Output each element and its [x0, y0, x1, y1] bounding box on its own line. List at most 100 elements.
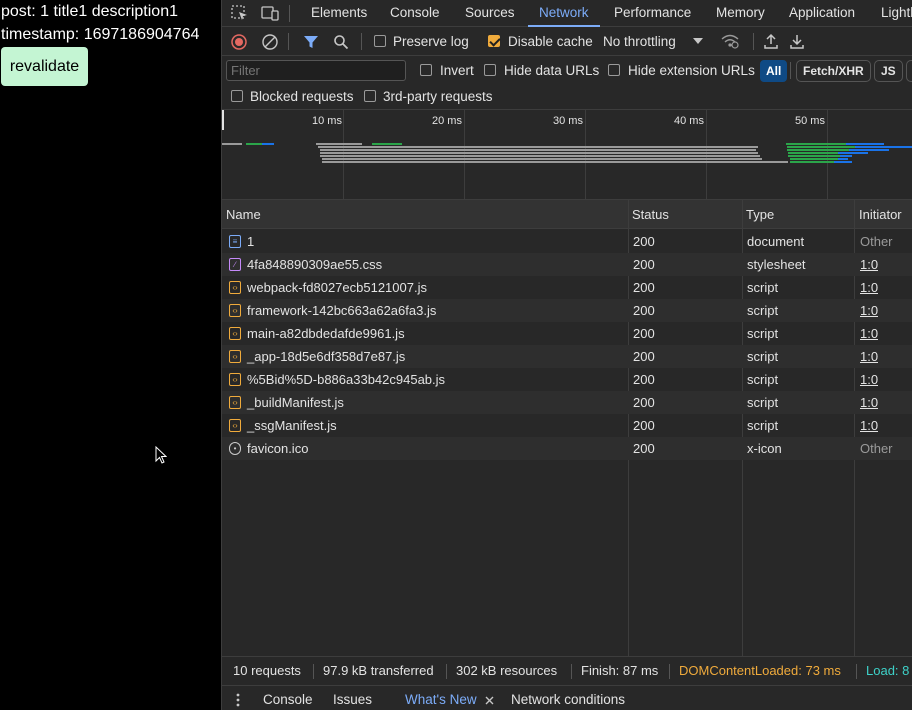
filter-icon[interactable]: [303, 34, 319, 50]
disable-cache-checkbox[interactable]: [488, 35, 500, 47]
waterfall-bar: [262, 143, 274, 145]
device-toolbar-icon[interactable]: [260, 4, 280, 22]
table-row[interactable]: • favicon.ico 200 x-icon Other: [222, 437, 912, 460]
request-initiator-link[interactable]: 1:0: [856, 253, 878, 276]
mouse-cursor-icon: [155, 446, 167, 464]
request-initiator-link[interactable]: 1:0: [856, 276, 878, 299]
request-type: script: [747, 280, 779, 295]
request-status: 200: [633, 372, 655, 387]
tab-elements[interactable]: Elements: [300, 0, 378, 27]
dom-content-loaded-time: DOMContentLoaded: 73 ms: [679, 663, 841, 678]
drawer-menu-icon[interactable]: [236, 693, 240, 707]
throttling-select[interactable]: No throttling: [603, 34, 676, 50]
inspect-element-icon[interactable]: [230, 4, 250, 22]
tab-application[interactable]: Application: [778, 0, 866, 27]
waterfall-bar: [322, 158, 762, 160]
revalidate-button[interactable]: revalidate: [1, 47, 88, 86]
record-icon[interactable]: [231, 34, 247, 50]
toolbar-divider: [288, 33, 289, 50]
type-filter-fetch-xhr[interactable]: Fetch/XHR: [796, 60, 871, 82]
type-filter-all[interactable]: All: [760, 60, 788, 82]
table-row[interactable]: ‹› %5Bid%5D-b886a33b42c945ab.js 200 scri…: [222, 368, 912, 391]
table-row[interactable]: ≡ 1 200 document Other: [222, 230, 912, 253]
waterfall-bar: [790, 161, 834, 163]
close-icon[interactable]: [485, 696, 494, 705]
request-initiator-link[interactable]: 1:0: [856, 299, 878, 322]
waterfall-bar: [788, 152, 838, 154]
invert-checkbox[interactable]: [420, 64, 432, 76]
table-row[interactable]: ‹› framework-142bc663a62a6fa3.js 200 scr…: [222, 299, 912, 322]
table-row[interactable]: ‹› main-a82dbdedafde9961.js 200 script 1…: [222, 322, 912, 345]
request-type: script: [747, 372, 779, 387]
waterfall-bar: [372, 143, 402, 145]
hide-data-urls-checkbox[interactable]: [484, 64, 496, 76]
request-type: script: [747, 303, 779, 318]
request-initiator-link[interactable]: 1:0: [856, 345, 878, 368]
chevron-down-icon[interactable]: [693, 37, 703, 45]
script-icon: ‹›: [229, 350, 241, 363]
table-row[interactable]: ‹› _buildManifest.js 200 script 1:0: [222, 391, 912, 414]
table-row[interactable]: ‹› webpack-fd8027ecb5121007.js 200 scrip…: [222, 276, 912, 299]
network-overview-timeline[interactable]: 10 ms 20 ms 30 ms 40 ms 50 ms: [222, 110, 912, 200]
request-initiator: Other: [860, 441, 893, 456]
waterfall-bar: [322, 161, 788, 163]
request-name: webpack-fd8027ecb5121007.js: [247, 280, 427, 295]
hide-extension-urls-checkbox[interactable]: [608, 64, 620, 76]
column-header-initiator[interactable]: Initiator: [855, 200, 902, 229]
table-row[interactable]: ‹› _app-18d5e6df358d7e87.js 200 script 1…: [222, 345, 912, 368]
type-filter-js[interactable]: JS: [874, 60, 903, 82]
column-header-type[interactable]: Type: [742, 200, 774, 229]
request-initiator-link[interactable]: 1:0: [856, 414, 878, 437]
request-status: 200: [633, 326, 655, 341]
clear-icon[interactable]: [262, 34, 278, 50]
request-name: _ssgManifest.js: [247, 418, 337, 433]
search-icon[interactable]: [333, 34, 349, 50]
waterfall-bar: [834, 161, 852, 163]
waterfall-bar: [787, 146, 855, 148]
tab-sources[interactable]: Sources: [454, 0, 526, 27]
timeline-handle[interactable]: [222, 110, 224, 130]
download-icon[interactable]: [789, 33, 805, 50]
request-status: 200: [633, 395, 655, 410]
tab-lighthouse[interactable]: Lighth: [870, 0, 912, 27]
network-conditions-icon[interactable]: [720, 33, 740, 50]
waterfall-bar: [787, 149, 849, 151]
table-row[interactable]: ∕ 4fa848890309ae55.css 200 stylesheet 1:…: [222, 253, 912, 276]
devtools-tab-bar: Elements Console Sources Network Perform…: [222, 0, 912, 27]
request-status: 200: [633, 441, 655, 456]
preserve-log-checkbox[interactable]: [374, 35, 386, 47]
timeline-tick-label: 40 ms: [674, 115, 704, 127]
filter-input[interactable]: [226, 60, 406, 81]
tab-memory[interactable]: Memory: [705, 0, 776, 27]
column-header-name[interactable]: Name: [222, 200, 261, 229]
timeline-tick-label: 20 ms: [432, 115, 462, 127]
drawer-tab-network-conditions[interactable]: Network conditions: [511, 686, 625, 710]
waterfall-bar: [320, 152, 758, 154]
waterfall-bar: [855, 146, 912, 148]
drawer-tab-whats-new[interactable]: What's New: [405, 686, 477, 710]
request-initiator-link[interactable]: 1:0: [856, 391, 878, 414]
tab-network[interactable]: Network: [528, 0, 600, 27]
table-row[interactable]: ‹› _ssgManifest.js 200 script 1:0: [222, 414, 912, 437]
request-initiator-link[interactable]: 1:0: [856, 322, 878, 345]
third-party-requests-checkbox[interactable]: [364, 90, 376, 102]
waterfall-bar: [222, 143, 242, 145]
drawer-tab-issues[interactable]: Issues: [333, 686, 372, 710]
timeline-tick-label: 10 ms: [312, 115, 342, 127]
requests-table-body: ≡ 1 200 document Other ∕ 4fa848890309ae5…: [222, 230, 912, 460]
request-type: script: [747, 418, 779, 433]
type-filter-more[interactable]: [906, 60, 912, 82]
upload-icon[interactable]: [763, 33, 779, 50]
load-time: Load: 8: [866, 663, 910, 678]
toolbar-divider: [753, 33, 754, 50]
requests-count: 10 requests: [233, 663, 301, 678]
request-name: framework-142bc663a62a6fa3.js: [247, 303, 437, 318]
request-initiator-link[interactable]: 1:0: [856, 368, 878, 391]
tab-performance[interactable]: Performance: [603, 0, 702, 27]
column-header-status[interactable]: Status: [628, 200, 669, 229]
blocked-requests-checkbox[interactable]: [231, 90, 243, 102]
tab-console[interactable]: Console: [379, 0, 451, 27]
drawer-tab-console[interactable]: Console: [263, 686, 313, 710]
hide-data-urls-label: Hide data URLs: [504, 63, 600, 78]
waterfall-bar: [788, 155, 840, 157]
